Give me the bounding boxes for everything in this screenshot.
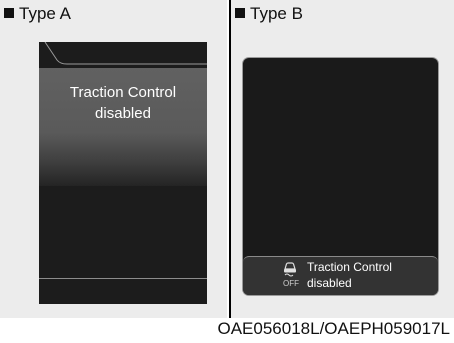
figure-caption: OAE056018L/OAEPH059017L: [217, 319, 450, 338]
type-b-message-line2: disabled: [307, 276, 352, 290]
type-a-message-line1: Traction Control: [69, 84, 177, 101]
type-b-cluster-display: OFF Traction Control disabled: [243, 58, 438, 295]
type-b-heading: Type B: [235, 4, 303, 24]
type-b-panel: Type B OFF Traction Control disabled: [231, 0, 454, 318]
type-a-cluster-display: Traction Control disabled: [39, 42, 207, 304]
display-frame-line: [44, 42, 207, 65]
type-b-message-line1: Traction Control: [307, 260, 392, 274]
type-a-panel: Type A Traction Control disabled: [0, 0, 227, 318]
off-label: OFF: [283, 279, 299, 288]
type-a-heading: Type A: [4, 4, 71, 24]
type-a-message-line2: disabled: [95, 105, 151, 122]
type-b-message: Traction Control disabled: [307, 259, 392, 291]
square-bullet-icon: [235, 8, 245, 18]
square-bullet-icon: [4, 8, 14, 18]
type-a-bottom-line: [39, 278, 207, 279]
type-b-label: Type B: [250, 4, 303, 23]
type-a-message: Traction Control disabled: [39, 82, 207, 124]
type-a-label: Type A: [19, 4, 71, 23]
